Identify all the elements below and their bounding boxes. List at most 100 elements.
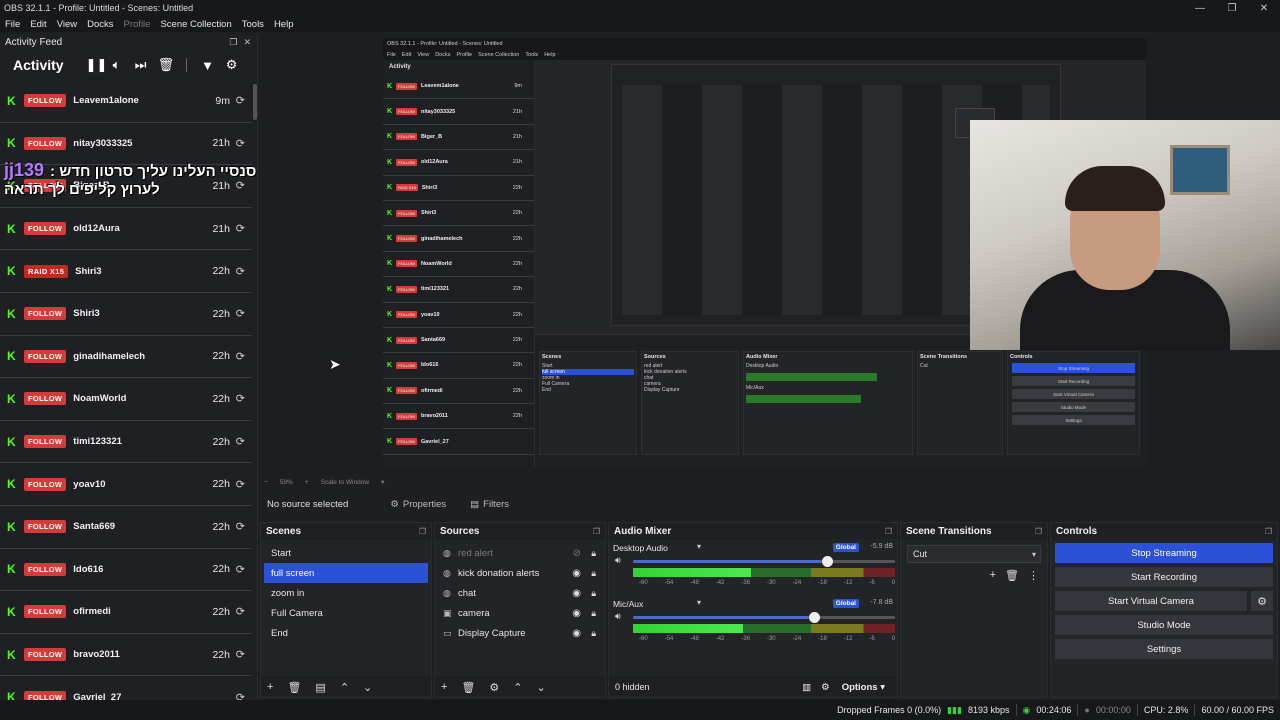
dock-float-icon[interactable]: ❐ [1035,527,1042,536]
activity-row[interactable]: K FOLLOW ginadihamelech 22h ⟳ [0,336,252,379]
eye-icon[interactable]: ◉ [572,588,581,599]
activity-row[interactable]: K FOLLOW ofirmedi 22h ⟳ [0,591,252,634]
more-options-icon[interactable]: ⋮ [1028,569,1039,582]
volume-icon[interactable]: 🔈︎ [110,57,124,73]
chevron-down-icon[interactable]: ▾ [697,598,701,607]
lock-icon[interactable]: 🔒︎ [591,588,596,599]
replay-icon[interactable]: ⟳ [236,563,245,576]
start-virtual-camera-button[interactable]: Start Virtual Camera [1055,591,1247,611]
source-item[interactable]: ◍ kick donation alerts ◉ 🔒︎ [435,563,605,583]
menu-help[interactable]: Help [269,19,299,30]
move-down-icon[interactable]: ⌄ [537,681,546,694]
activity-row[interactable]: K RAID X15 Shiri3 22h ⟳ [0,250,252,293]
scale-mode-select[interactable]: Scale to Window [321,479,369,486]
scene-item[interactable]: zoom in [264,583,428,603]
eye-icon[interactable]: ◉ [572,608,581,619]
dock-float-icon[interactable]: ❐ [1265,527,1272,536]
close-dock-icon[interactable]: ✕ [243,37,251,48]
menu-docks[interactable]: Docks [82,19,118,30]
activity-row[interactable]: K FOLLOW Santa669 22h ⟳ [0,506,252,549]
menu-edit[interactable]: Edit [25,19,51,30]
float-dock-icon[interactable]: ❐ [229,37,237,48]
start-recording-button[interactable]: Start Recording [1055,567,1273,587]
pause-icon[interactable]: ❚❚ [86,57,108,73]
maximize-button[interactable]: ❐ [1216,0,1248,16]
replay-icon[interactable]: ⟳ [236,350,245,363]
move-down-icon[interactable]: ⌄ [363,681,372,694]
minimize-button[interactable]: — [1184,0,1216,16]
activity-row[interactable]: K FOLLOW NoamWorld 22h ⟳ [0,378,252,421]
scene-filters-icon[interactable]: ▤ [315,681,325,694]
add-scene-icon[interactable]: + [267,681,273,693]
trash-icon[interactable]: 🗑︎ [158,57,175,73]
remove-source-icon[interactable]: 🗑︎ [461,681,475,694]
remove-scene-icon[interactable]: 🗑︎ [287,681,301,694]
scene-item[interactable]: full screen [264,563,428,583]
layout-icon[interactable]: ▥ [802,682,811,693]
speaker-icon[interactable]: 🔊︎ [615,611,621,622]
close-button[interactable]: ✕ [1248,0,1280,16]
zoom-out-icon[interactable]: − [264,479,268,486]
speaker-icon[interactable]: 🔊︎ [615,555,621,566]
volume-slider-knob[interactable] [809,612,820,623]
replay-icon[interactable]: ⟳ [236,392,245,405]
lock-icon[interactable]: 🔒︎ [591,628,596,639]
activity-row[interactable]: K FOLLOW Ido616 22h ⟳ [0,549,252,592]
replay-icon[interactable]: ⟳ [236,520,245,533]
source-item[interactable]: ▣ camera ◉ 🔒︎ [435,603,605,623]
replay-icon[interactable]: ⟳ [236,137,245,150]
replay-icon[interactable]: ⟳ [236,265,245,278]
lock-icon[interactable]: 🔒︎ [591,548,596,559]
activity-row[interactable]: K FOLLOW old12Aura 21h ⟳ [0,208,252,251]
dock-float-icon[interactable]: ❐ [419,527,426,536]
link-icon[interactable]: ⚙ [821,682,830,693]
virtual-camera-settings-icon[interactable]: ⚙ [1251,591,1273,611]
filters-button[interactable]: ▤ Filters [470,499,509,510]
source-properties-icon[interactable]: ⚙ [489,681,499,694]
scene-item[interactable]: End [264,623,428,643]
add-source-icon[interactable]: + [441,681,447,693]
eye-off-icon[interactable]: ⊘ [573,548,581,559]
lock-icon[interactable]: 🔒︎ [591,568,596,579]
replay-icon[interactable]: ⟳ [236,478,245,491]
volume-slider-fill[interactable] [633,616,809,619]
replay-icon[interactable]: ⟳ [236,307,245,320]
move-up-icon[interactable]: ⌃ [340,681,349,694]
scene-item[interactable]: Start [264,543,428,563]
volume-slider-fill[interactable] [633,560,822,563]
source-item[interactable]: ▭ Display Capture ◉ 🔒︎ [435,623,605,643]
dock-float-icon[interactable]: ❐ [885,527,892,536]
replay-icon[interactable]: ⟳ [236,222,245,235]
source-item[interactable]: ◍ red alert ⊘ 🔒︎ [435,543,605,563]
chevron-down-icon[interactable]: ▾ [697,542,701,551]
eye-icon[interactable]: ◉ [572,628,581,639]
remove-transition-icon[interactable]: 🗑︎ [1005,569,1019,582]
activity-row[interactable]: K FOLLOW nitay3033325 21h ⟳ [0,123,252,166]
activity-row[interactable]: K FOLLOW timi123321 22h ⟳ [0,421,252,464]
transition-select[interactable]: Cut ▾ [907,545,1041,563]
activity-row[interactable]: K FOLLOW Gavriel_27 ⟳ [0,676,252,700]
options-button[interactable]: ▥ ⚙ Options ▾ [802,682,885,693]
eye-icon[interactable]: ◉ [572,568,581,579]
move-up-icon[interactable]: ⌃ [513,681,522,694]
activity-row[interactable]: K FOLLOW bravo2011 22h ⟳ [0,634,252,677]
menu-file[interactable]: File [0,19,25,30]
filter-icon[interactable]: ▼ [201,58,215,73]
dock-float-icon[interactable]: ❐ [593,527,600,536]
volume-slider-knob[interactable] [822,556,833,567]
replay-icon[interactable]: ⟳ [236,648,245,661]
replay-icon[interactable]: ⟳ [236,435,245,448]
chevron-down-icon[interactable]: ▾ [381,478,384,486]
source-item[interactable]: ◍ chat ◉ 🔒︎ [435,583,605,603]
activity-row[interactable]: K FOLLOW yoav10 22h ⟳ [0,463,252,506]
stop-streaming-button[interactable]: Stop Streaming [1055,543,1273,563]
scene-item[interactable]: Full Camera [264,603,428,623]
menu-scene-collection[interactable]: Scene Collection [155,19,236,30]
replay-icon[interactable]: ⟳ [236,605,245,618]
gear-icon[interactable]: ⚙ [225,57,239,73]
lock-icon[interactable]: 🔒︎ [591,608,596,619]
properties-button[interactable]: ⚙ Properties [390,499,446,510]
activity-row[interactable]: K FOLLOW Shiri3 22h ⟳ [0,293,252,336]
menu-profile[interactable]: Profile [119,19,156,30]
replay-icon[interactable]: ⟳ [236,691,245,700]
